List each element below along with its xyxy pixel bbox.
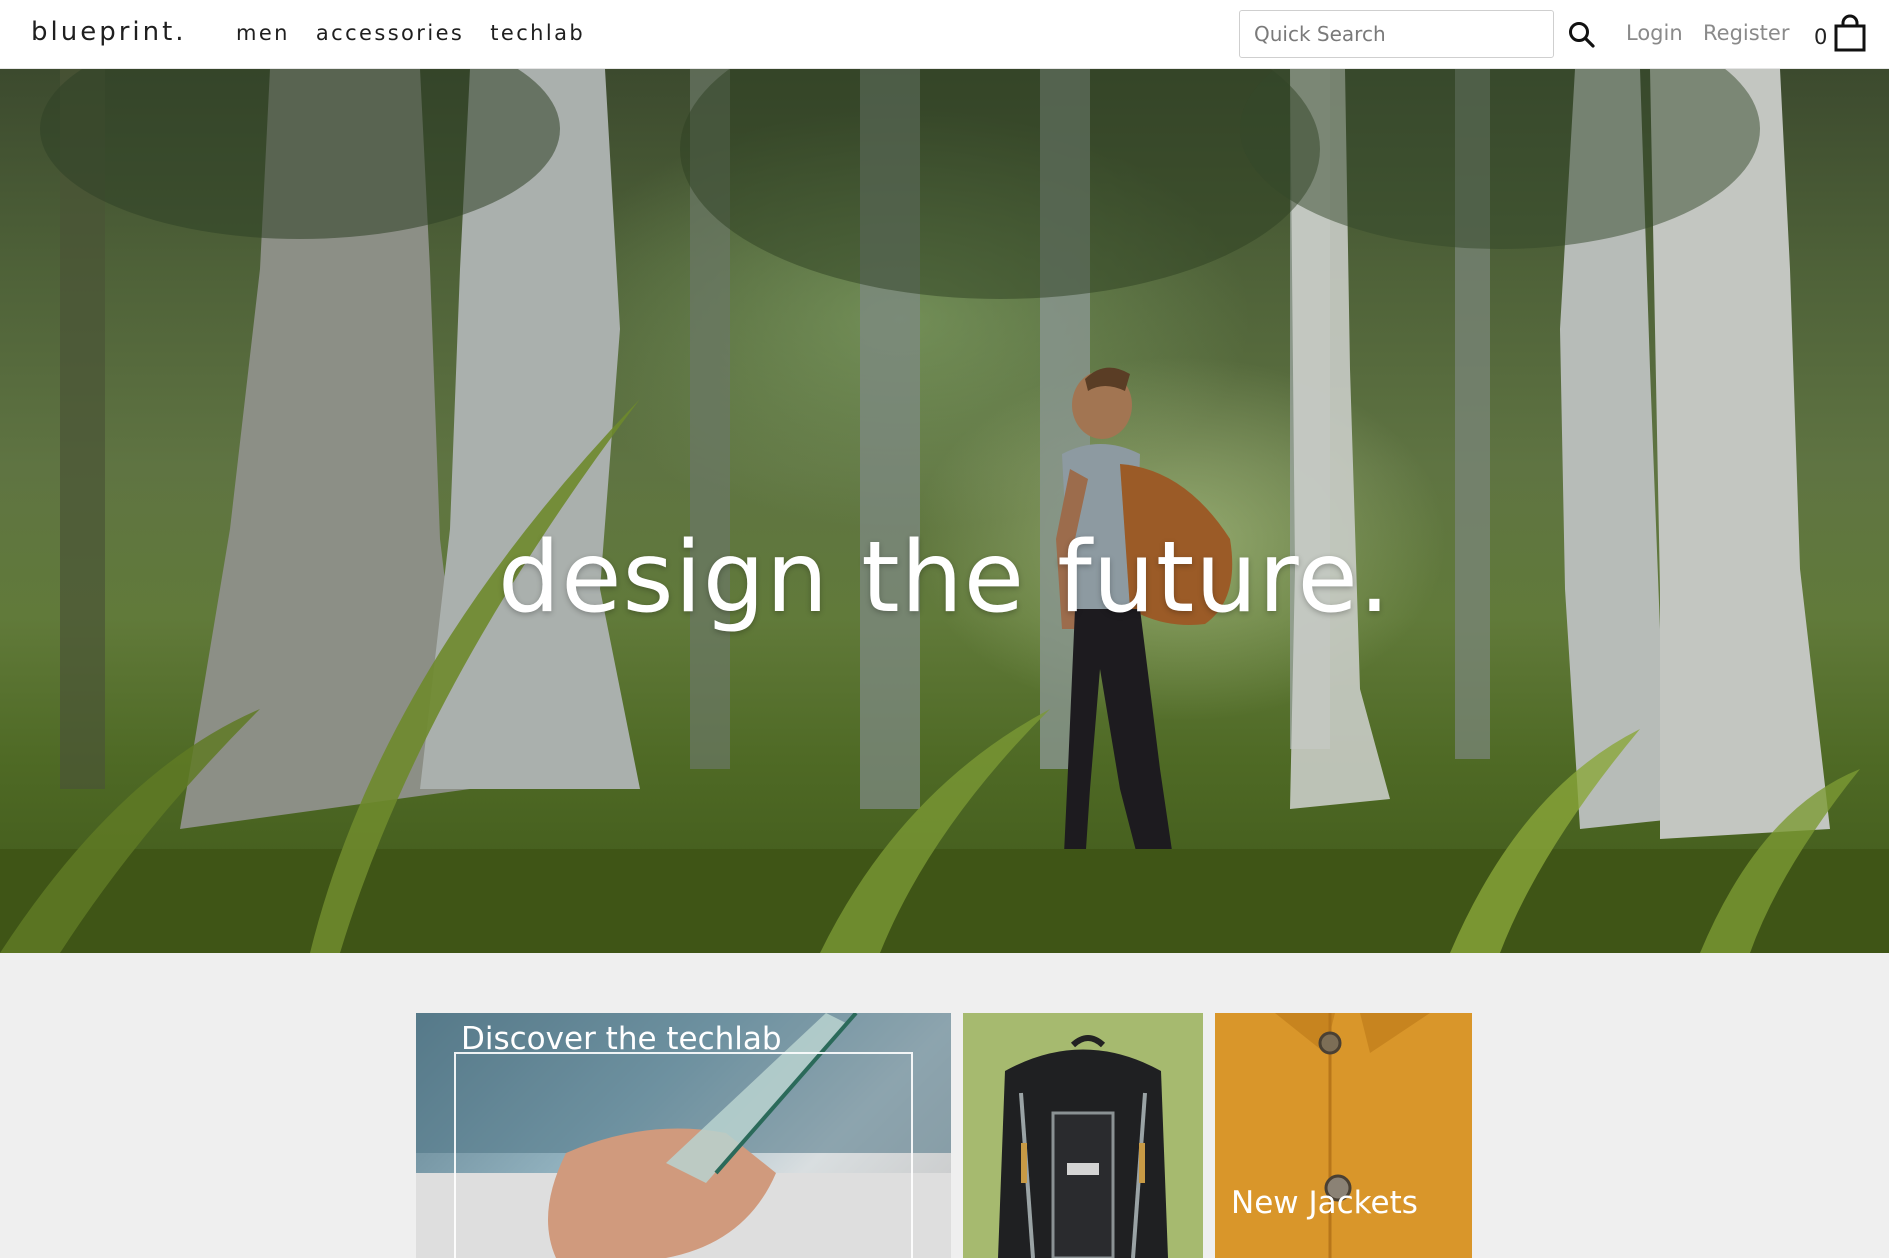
hero-headline: design the future.: [498, 521, 1391, 635]
cart-count: 0: [1814, 25, 1828, 49]
promo-jackets-title: New Jackets: [1231, 1185, 1418, 1221]
promo-card-jackets[interactable]: New Jackets: [1215, 1013, 1472, 1258]
main-nav: men accessories techlab: [236, 21, 611, 45]
shopping-bag-icon[interactable]: [1834, 14, 1866, 52]
nav-item-men[interactable]: men: [236, 21, 290, 45]
register-link[interactable]: Register: [1703, 21, 1789, 45]
promo-card-techlab[interactable]: Discover the techlab: [416, 1013, 951, 1258]
login-link[interactable]: Login: [1626, 21, 1683, 45]
top-navigation-bar: blueprint. men accessories techlab Login…: [0, 0, 1889, 69]
nav-item-accessories[interactable]: accessories: [316, 21, 464, 45]
brand-logo[interactable]: blueprint.: [31, 17, 187, 47]
nav-item-techlab[interactable]: techlab: [490, 21, 585, 45]
promo-techlab-frame: [454, 1052, 913, 1258]
forest-hiker-image: [0, 69, 1889, 953]
backpack-image: [998, 1035, 1168, 1258]
search-input[interactable]: [1239, 10, 1554, 58]
search-icon: [1569, 22, 1595, 48]
search-button[interactable]: [1567, 20, 1597, 50]
promo-card-backpack[interactable]: [963, 1013, 1203, 1258]
hero-banner: design the future.: [0, 69, 1889, 953]
